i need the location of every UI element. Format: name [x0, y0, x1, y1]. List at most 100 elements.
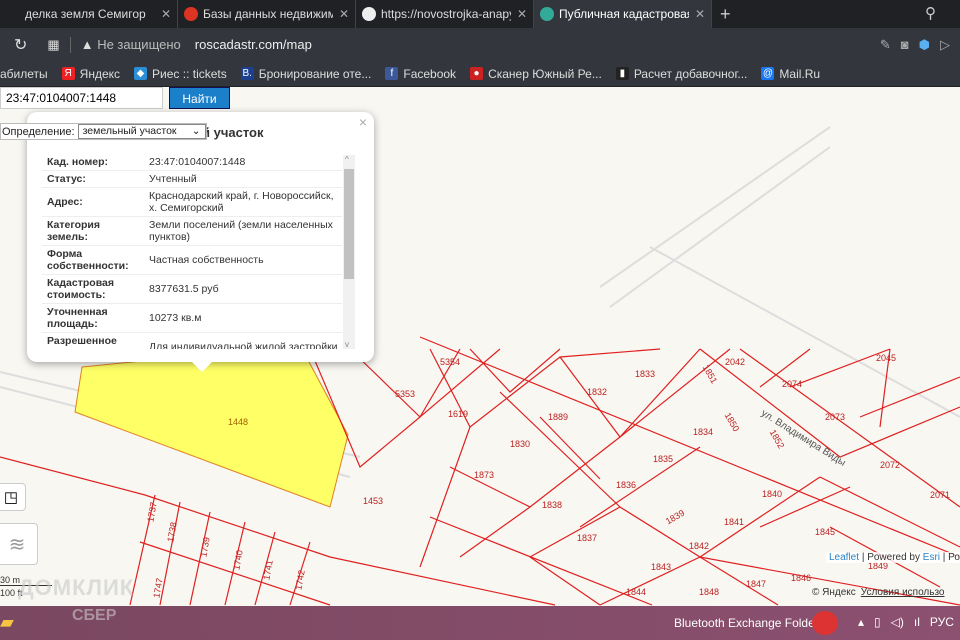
- parcel-label[interactable]: 5354: [440, 357, 460, 367]
- parcel-label[interactable]: 2045: [876, 353, 896, 363]
- parcel-label[interactable]: 1836: [616, 480, 636, 490]
- popup-scrollbar[interactable]: ^ v: [343, 155, 355, 349]
- layers-icon: ≋: [8, 533, 26, 556]
- app-icon[interactable]: [812, 611, 838, 635]
- chevron-up-icon[interactable]: ▴: [858, 615, 864, 629]
- parcel-label[interactable]: 1453: [363, 496, 383, 506]
- parcel-label[interactable]: 1847: [746, 579, 766, 589]
- url-field[interactable]: roscadastr.com/map: [195, 37, 312, 52]
- find-button[interactable]: Найти: [169, 87, 230, 109]
- info-value: 10273 кв.м: [149, 312, 202, 324]
- parcel-label[interactable]: 1848: [699, 587, 719, 597]
- parcel-label[interactable]: 2071: [930, 490, 950, 500]
- parcel-label[interactable]: 1838: [542, 500, 562, 510]
- parcel-boundary: [619, 476, 821, 558]
- yandex-terms-link[interactable]: Условия использо: [861, 587, 945, 598]
- parcel-label[interactable]: 1873: [474, 470, 494, 480]
- speed-dial-icon[interactable]: ▦: [47, 37, 59, 53]
- bookmark-item[interactable]: ◆ Риес :: tickets: [134, 67, 227, 81]
- tab-1[interactable]: Базы данных недвижимос ✕: [178, 0, 356, 28]
- tab-0[interactable]: делка земля Семигор ✕: [0, 0, 178, 28]
- close-tab-icon[interactable]: ✕: [161, 7, 171, 21]
- parcel-label[interactable]: 1889: [548, 412, 568, 422]
- close-icon[interactable]: ×: [359, 114, 367, 130]
- folder-icon[interactable]: ▰: [0, 612, 14, 633]
- attribution-rest: | Рос: [942, 552, 960, 563]
- new-tab-button[interactable]: +: [720, 4, 731, 25]
- language-indicator[interactable]: РУС: [930, 615, 954, 629]
- info-key: Кад. номер:: [47, 156, 109, 168]
- bookmark-icon: f: [385, 67, 399, 80]
- bookmark-label: Расчет добавочног...: [633, 66, 748, 81]
- definition-select[interactable]: земельный участок ⌄: [77, 124, 206, 139]
- info-value: Земли поселений (земли населенных пункто…: [149, 219, 333, 243]
- bluetooth-folder[interactable]: Bluetooth Exchange Folder: [674, 616, 819, 630]
- taskbar: ▰ Bluetooth Exchange Folder ▴ ▯ ◁) ıl РУС: [0, 606, 960, 640]
- close-tab-icon[interactable]: ✕: [339, 7, 349, 21]
- parcel-label[interactable]: 1843: [651, 562, 671, 572]
- info-value: Частная собственность: [149, 254, 264, 266]
- info-value: 23:47:0104007:1448: [149, 156, 246, 168]
- parcel-label[interactable]: 2074: [782, 379, 802, 389]
- leaflet-link[interactable]: Leaflet: [829, 552, 859, 563]
- parcel-label[interactable]: 2042: [725, 357, 745, 367]
- bookmark-item[interactable]: f Facebook: [385, 67, 456, 81]
- bookmarks-bar: абилеты Я Яндекс ◆ Риес :: tickets B. Брониров…: [0, 61, 960, 87]
- parcel-boundary: [499, 391, 621, 508]
- bookmark-item[interactable]: абилеты: [0, 67, 48, 81]
- parcel-label[interactable]: 1846: [791, 573, 811, 583]
- parcel-label[interactable]: 2073: [825, 412, 845, 422]
- parcel-label[interactable]: 1841: [724, 517, 744, 527]
- parcel-label[interactable]: 1833: [635, 369, 655, 379]
- parcel-info-table: Кад. номер: 23:47:0104007:1448 Статус: Учте…: [42, 154, 342, 349]
- parcel-label[interactable]: 1837: [577, 533, 597, 543]
- parcel-boundary: [449, 466, 532, 558]
- parcel-label[interactable]: 1842: [689, 541, 709, 551]
- parcel-label[interactable]: 5353: [395, 389, 415, 399]
- parcel-label[interactable]: 1619: [448, 409, 468, 419]
- fullscreen-button[interactable]: ◳: [0, 483, 26, 511]
- bookmark-item[interactable]: Я Яндекс: [61, 67, 120, 81]
- tab-2[interactable]: https://novostrojka-anapy.r ✕: [356, 0, 534, 28]
- map[interactable]: 5354 5353 1619 1832 1833 1851 2042 2074 2045 1889…: [0, 87, 960, 606]
- parcel-label[interactable]: 1835: [653, 454, 673, 464]
- watermark-domclick: ДОМКЛИК: [18, 575, 135, 600]
- favicon-icon: [184, 7, 198, 21]
- info-value: Для индивидуальной жилой застройки: [149, 341, 338, 349]
- cadastral-search-input[interactable]: 23:47:0104007:1448: [0, 87, 163, 109]
- parcel-label[interactable]: 2072: [880, 460, 900, 470]
- close-tab-icon[interactable]: ✕: [517, 7, 527, 21]
- signal-icon[interactable]: ıl: [914, 615, 920, 629]
- security-status[interactable]: Не защищено: [97, 37, 181, 52]
- bookmark-item[interactable]: ▮ Расчет добавочног...: [615, 66, 748, 81]
- parcel-label[interactable]: 1832: [587, 387, 607, 397]
- parcel-label[interactable]: 1840: [762, 489, 782, 499]
- bookmark-label: Бронирование оте...: [258, 66, 372, 81]
- chevron-down-icon: ⌄: [191, 125, 201, 137]
- bookmark-item[interactable]: ● Сканер Южный Ре...: [470, 67, 602, 81]
- parcel-label[interactable]: 1845: [815, 527, 835, 537]
- tab-3[interactable]: Публичная кадастровая к ✕: [534, 0, 712, 28]
- watermark-sber: СБЕР: [72, 607, 117, 624]
- search-tabs-icon[interactable]: ⚲: [925, 4, 936, 22]
- close-tab-icon[interactable]: ✕: [695, 7, 705, 21]
- send-icon[interactable]: ▷: [940, 37, 950, 53]
- info-key: Статус:: [47, 173, 86, 185]
- shield-icon[interactable]: ⬢: [919, 37, 930, 53]
- parcel-label[interactable]: 1834: [693, 427, 713, 437]
- parcel-boundary: [619, 348, 731, 438]
- bookmark-item[interactable]: @ Mail.Ru: [761, 67, 820, 81]
- battery-icon[interactable]: ▯: [874, 615, 881, 629]
- parcel-label[interactable]: 1830: [510, 439, 530, 449]
- layers-button[interactable]: ≋: [0, 523, 38, 565]
- edit-icon[interactable]: ✎: [880, 37, 891, 53]
- bookmark-item[interactable]: B. Бронирование оте...: [240, 66, 372, 81]
- camera-icon[interactable]: ◙: [901, 37, 909, 53]
- selected-parcel-label[interactable]: 1448: [228, 417, 248, 427]
- reload-icon[interactable]: ↻: [14, 35, 27, 55]
- favicon-icon: [362, 7, 376, 21]
- esri-link[interactable]: Esri: [923, 552, 940, 563]
- volume-icon[interactable]: ◁): [891, 615, 904, 629]
- parcel-label[interactable]: 1844: [626, 587, 646, 597]
- attribution: Leaflet | Powered by Esri | Рос: [826, 552, 960, 563]
